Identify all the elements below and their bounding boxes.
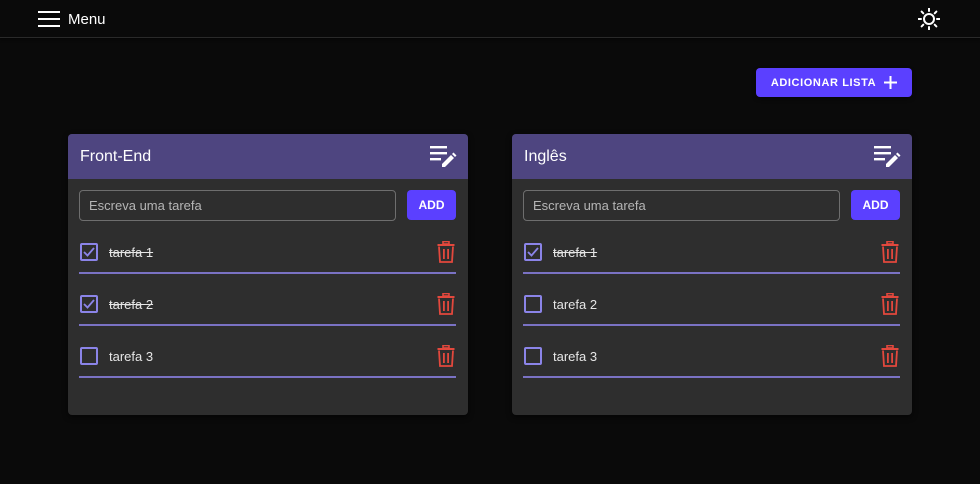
delete-task-button[interactable] — [437, 240, 455, 263]
task-item: tarefa 3 — [79, 338, 456, 390]
check-icon — [83, 299, 95, 309]
task-item: tarefa 1 — [523, 234, 900, 286]
task-text: tarefa 1 — [553, 245, 598, 260]
task-input[interactable] — [523, 190, 840, 221]
card-header: Front-End — [68, 134, 468, 179]
delete-task-button[interactable] — [437, 292, 455, 315]
delete-task-button[interactable] — [881, 344, 899, 367]
delete-task-button[interactable] — [881, 240, 899, 263]
card-title: Front-End — [80, 148, 152, 165]
add-task-button[interactable]: ADD — [407, 190, 456, 220]
add-task-row: ADD — [79, 190, 457, 221]
trash-icon — [881, 240, 899, 263]
add-list-button[interactable]: ADICIONAR LISTA — [756, 68, 912, 97]
add-list-label: ADICIONAR LISTA — [770, 76, 877, 89]
trash-icon — [881, 344, 899, 367]
task-checkbox[interactable] — [80, 295, 98, 313]
task-checkbox[interactable] — [80, 243, 98, 261]
card-header: Inglês — [512, 134, 912, 179]
task-divider — [79, 376, 456, 378]
task-text: tarefa 3 — [109, 349, 154, 364]
delete-task-button[interactable] — [881, 292, 899, 315]
delete-task-button[interactable] — [437, 344, 455, 367]
trash-icon — [437, 240, 455, 263]
task-item: tarefa 3 — [523, 338, 900, 390]
sun-icon — [917, 7, 941, 31]
task-list: tarefa 1 tarefa 2 tarefa 3 — [523, 234, 900, 390]
task-divider — [79, 324, 456, 326]
task-item: tarefa 2 — [523, 286, 900, 338]
plus-icon — [884, 76, 898, 89]
task-item: tarefa 2 — [79, 286, 456, 338]
task-text: tarefa 1 — [109, 245, 154, 260]
task-divider — [79, 272, 456, 274]
task-list: tarefa 1 tarefa 2 tarefa 3 — [79, 234, 456, 390]
task-item: tarefa 1 — [79, 234, 456, 286]
theme-toggle-button[interactable] — [917, 7, 941, 31]
task-checkbox[interactable] — [524, 295, 542, 313]
check-icon — [527, 247, 539, 257]
task-input[interactable] — [79, 190, 396, 221]
task-text: tarefa 3 — [553, 349, 598, 364]
task-divider — [523, 376, 900, 378]
edit-list-button[interactable] — [872, 143, 902, 169]
top-app-bar: Menu — [0, 0, 980, 38]
task-text: tarefa 2 — [109, 297, 154, 312]
menu-label: Menu — [68, 10, 106, 28]
task-checkbox[interactable] — [524, 347, 542, 365]
task-divider — [523, 272, 900, 274]
task-checkbox[interactable] — [524, 243, 542, 261]
check-icon — [83, 247, 95, 257]
add-task-row: ADD — [523, 190, 901, 221]
add-task-button[interactable]: ADD — [851, 190, 900, 220]
card-title: Inglês — [524, 148, 567, 165]
trash-icon — [437, 292, 455, 315]
hamburger-icon — [38, 11, 60, 27]
task-divider — [523, 324, 900, 326]
playlist-edit-icon — [874, 146, 901, 167]
trash-icon — [881, 292, 899, 315]
trash-icon — [437, 344, 455, 367]
task-text: tarefa 2 — [553, 297, 598, 312]
task-checkbox[interactable] — [80, 347, 98, 365]
list-card-ingles: Inglês ADD tarefa 1 — [512, 134, 912, 415]
menu-button[interactable]: Menu — [38, 8, 106, 30]
playlist-edit-icon — [430, 146, 457, 167]
list-card-front-end: Front-End ADD tarefa 1 — [68, 134, 468, 415]
edit-list-button[interactable] — [428, 143, 458, 169]
